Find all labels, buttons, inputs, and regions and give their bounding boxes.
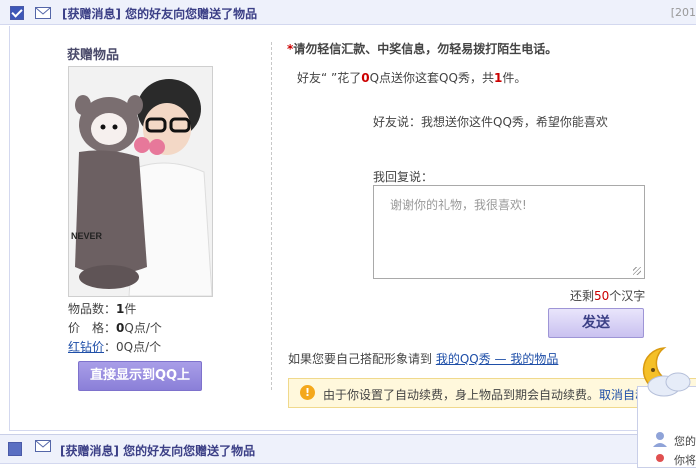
- message-subject-bottom: 您的好友向您赠送了物品: [123, 444, 256, 458]
- reply-label: 我回复说：: [373, 170, 434, 184]
- qqshow-hint: 如果您要自己搭配形象请到 我的QQ秀 — 我的物品: [288, 350, 558, 367]
- message-date: [201: [670, 6, 696, 19]
- send-button[interactable]: 发送: [548, 308, 644, 338]
- gift-section-title: 获赠物品: [67, 48, 120, 63]
- gift-summary: 好友“ ”花了0Q点送你这套QQ秀，共1件。: [297, 69, 526, 86]
- user-icon: [653, 432, 667, 447]
- photo-caption: NEVER: [71, 231, 103, 241]
- count-label: 物品数：: [68, 302, 117, 316]
- message-header-top[interactable]: [获赠消息] 您的好友向您赠送了物品 [201: [0, 0, 696, 25]
- diamond-price-value: ：0Q点/个: [104, 340, 162, 354]
- envelope-icon: [35, 7, 51, 19]
- message-header-bottom[interactable]: [获赠消息] 您的好友向您赠送了物品: [0, 434, 696, 464]
- warning-icon: !: [300, 385, 315, 400]
- gift-count: 物品数：1件: [68, 300, 136, 317]
- remaining-chars: 还剩50个汉字: [570, 287, 645, 304]
- notice-message: 由于你设置了自动续费，身上物品到期会自动续费。: [323, 388, 600, 402]
- moon-cloud-icon: [642, 347, 691, 397]
- security-warning: *请勿轻信汇款、中奖信息，勿轻易拨打陌生电话。: [287, 40, 557, 57]
- remain-count: 50: [594, 289, 610, 303]
- price-label: 价 格：: [68, 321, 117, 335]
- column-divider: [271, 42, 272, 390]
- message-tag: [获赠消息]: [62, 7, 121, 21]
- select-checkbox[interactable]: [10, 6, 24, 20]
- remain-prefix: 还剩: [570, 289, 595, 303]
- select-checkbox-bottom[interactable]: [8, 442, 22, 456]
- friend-message: 好友说：我想送你这件QQ秀，希望你能喜欢: [373, 115, 608, 129]
- summary-mid: Q点送你这套QQ秀，共: [369, 71, 494, 85]
- message-title[interactable]: [获赠消息] 您的好友向您赠送了物品: [62, 5, 257, 22]
- my-qqshow-link[interactable]: 我的QQ秀 — 我的物品: [436, 352, 559, 366]
- summary-prefix: 好友“ ”花了: [297, 71, 362, 85]
- message-tag-bottom: [获赠消息]: [60, 444, 119, 458]
- gift-price: 价 格：0Q点/个: [68, 319, 162, 336]
- message-title-bottom[interactable]: [获赠消息] 您的好友向您赠送了物品: [60, 442, 255, 459]
- gift-photo: NEVER: [68, 66, 213, 297]
- notice-text: 由于你设置了自动续费，身上物品到期会自动续费。取消自动: [323, 386, 647, 403]
- price-unit: Q点/个: [124, 321, 162, 335]
- reply-placeholder: 谢谢你的礼物，我很喜欢!: [390, 198, 527, 212]
- reply-textarea[interactable]: 谢谢你的礼物，我很喜欢!: [373, 185, 645, 279]
- summary-suffix: 件。: [502, 71, 527, 85]
- diamond-price-link[interactable]: 红钻价: [68, 340, 104, 354]
- popup-line1: 您的: [674, 435, 696, 448]
- popup-line2: 你将: [674, 454, 696, 467]
- message-subject: 您的好友向您赠送了物品: [125, 7, 258, 21]
- resize-handle-icon[interactable]: [633, 267, 641, 275]
- warning-text: 请勿轻信汇款、中奖信息，勿轻易拨打陌生电话。: [293, 42, 558, 56]
- summary-amount: 0: [361, 71, 370, 85]
- remain-suffix: 个汉字: [609, 289, 646, 303]
- count-unit: 件: [124, 302, 137, 316]
- gift-diamond-price: 红钻价：0Q点/个: [68, 338, 161, 355]
- envelope-icon-bottom: [35, 440, 51, 452]
- hint-prefix: 如果您要自己搭配形象请到: [288, 352, 436, 366]
- qq-notification-popup[interactable]: 您的 你将: [634, 342, 696, 468]
- display-on-qq-button[interactable]: 直接显示到QQ上: [78, 361, 202, 391]
